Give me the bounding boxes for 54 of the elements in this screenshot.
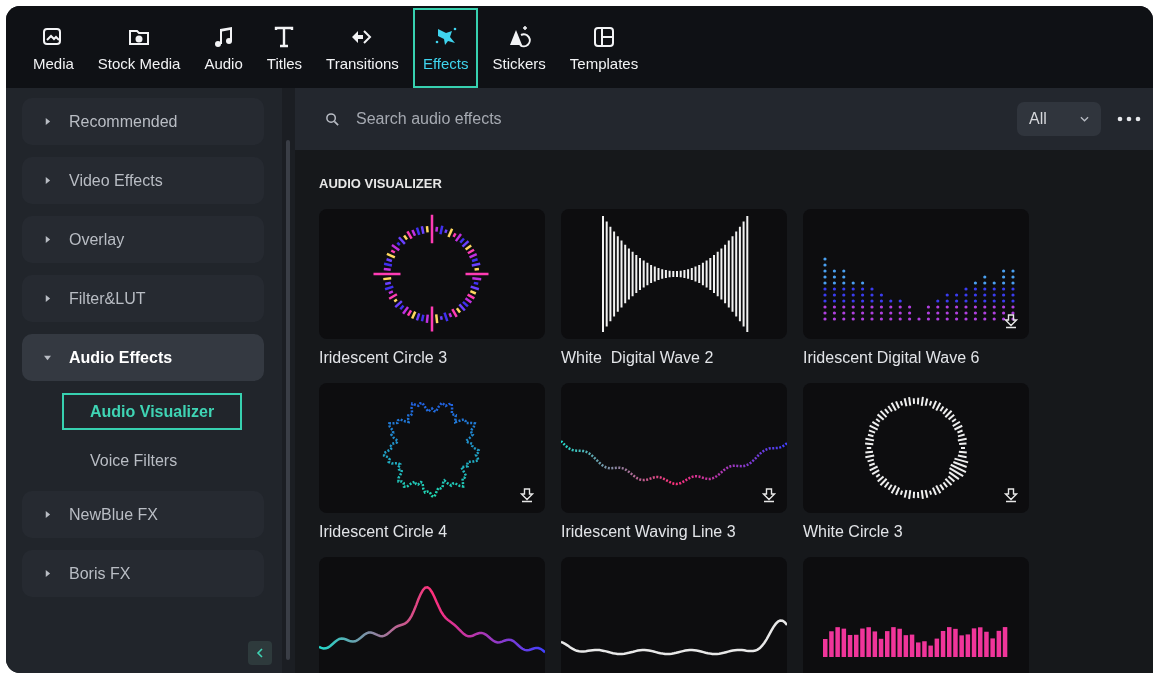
effect-name: Iridescent Waving Line 3 — [561, 523, 737, 541]
category-item[interactable]: NewBlue FX — [22, 491, 264, 538]
search-icon — [325, 111, 340, 127]
caret-icon — [44, 570, 51, 577]
effect-thumbnail[interactable] — [319, 557, 545, 673]
caret-icon — [44, 177, 51, 184]
effect-name: White Digital Wave 2 — [561, 349, 715, 367]
category-item[interactable]: Filter&LUT — [22, 275, 264, 322]
category-item[interactable]: Boris FX — [22, 550, 264, 597]
section-title: AUDIO VISUALIZER — [319, 176, 443, 191]
toolbar-tab[interactable]: Effects — [412, 8, 479, 88]
effect-thumbnail[interactable] — [561, 209, 787, 339]
effect-thumbnail[interactable] — [803, 209, 1029, 339]
category-item[interactable]: Overlay — [22, 216, 264, 263]
effect-thumbnail[interactable] — [319, 209, 545, 339]
subcategory-item[interactable]: Voice Filters — [62, 442, 206, 479]
effect-thumbnail[interactable] — [803, 383, 1029, 513]
toolbar-tab[interactable]: Transitions — [316, 8, 409, 88]
effect-name: Iridescent Circle 4 — [319, 523, 449, 541]
search-field[interactable]: Search audio effects — [354, 109, 1003, 129]
download-icon[interactable] — [761, 487, 777, 503]
caret-icon — [44, 295, 51, 302]
download-icon[interactable] — [1003, 487, 1019, 503]
effect-thumbnail[interactable] — [561, 557, 787, 673]
category-item[interactable]: Audio Effects — [22, 334, 264, 381]
more-options-icon[interactable] — [1117, 116, 1141, 122]
caret-icon — [44, 354, 51, 361]
effect-name: Iridescent Digital Wave 6 — [803, 349, 981, 367]
scrollbar-thumb[interactable] — [286, 140, 290, 660]
filter-dropdown[interactable]: All — [1017, 102, 1101, 136]
caret-icon — [44, 236, 51, 243]
chevron-down-icon — [1080, 116, 1089, 122]
caret-icon — [44, 118, 51, 125]
subcategory-item[interactable]: Audio Visualizer — [62, 393, 243, 430]
toolbar-tab[interactable]: Media — [23, 8, 84, 88]
layout-icon — [592, 24, 616, 49]
toolbar-tab[interactable]: Stickers — [482, 8, 556, 88]
collapse-button[interactable] — [248, 641, 272, 665]
effect-thumbnail[interactable] — [803, 557, 1029, 673]
toolbar-tab[interactable]: Templates — [559, 8, 649, 88]
toolbar-tab[interactable]: Audio — [194, 8, 253, 88]
effect-name: White Circle 3 — [803, 523, 904, 541]
effect-name: Iridescent Circle 3 — [319, 349, 449, 367]
download-icon[interactable] — [519, 487, 535, 503]
sticker-icon — [507, 24, 532, 49]
chevron-left-icon — [255, 648, 265, 658]
category-item[interactable]: Recommended — [22, 98, 264, 145]
category-item[interactable]: Video Effects — [22, 157, 264, 204]
caret-icon — [44, 511, 51, 518]
effect-thumbnail[interactable] — [319, 383, 545, 513]
download-icon[interactable] — [1003, 313, 1019, 329]
toolbar-tab[interactable]: Titles — [256, 8, 313, 88]
effect-thumbnail[interactable] — [561, 383, 787, 513]
toolbar-tab[interactable]: Stock Media — [87, 8, 191, 88]
